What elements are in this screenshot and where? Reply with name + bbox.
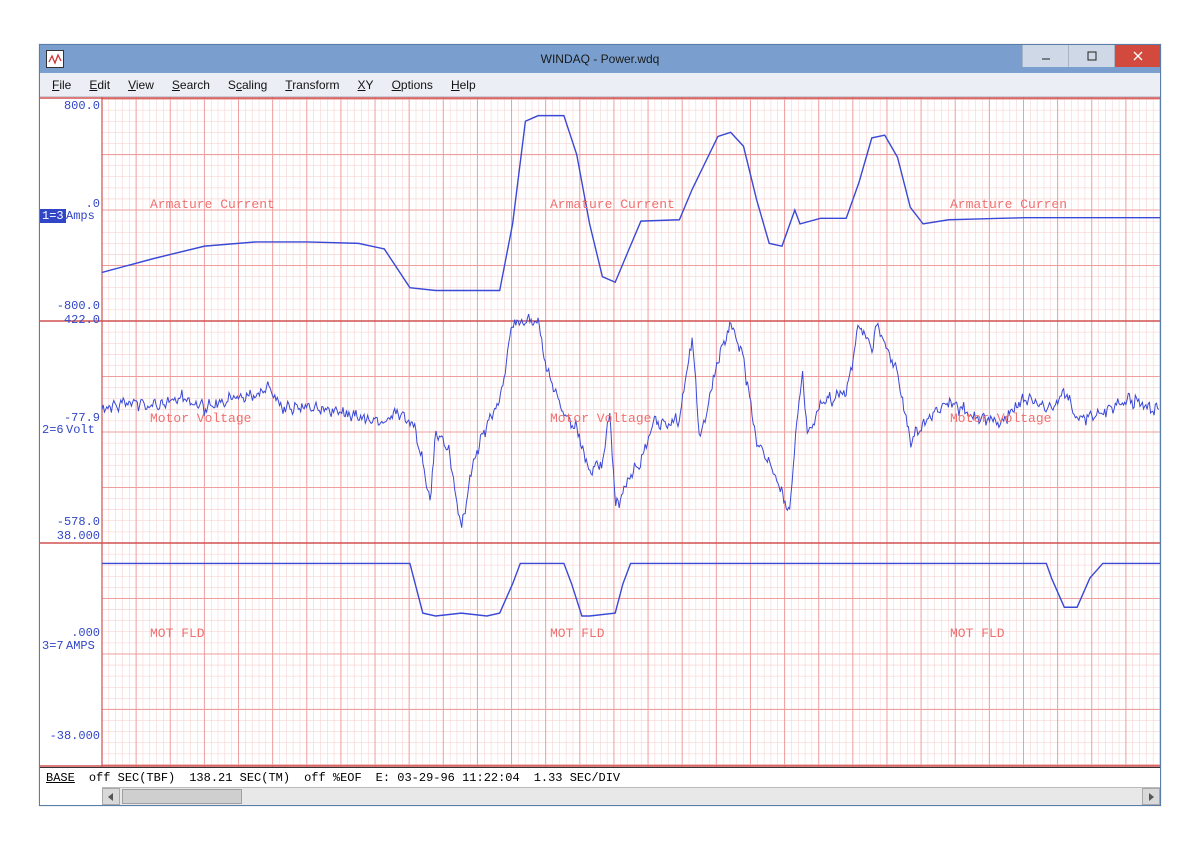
channel-tag-1[interactable]: 1=3 [40,209,66,223]
status-div: 1.33 SEC/DIV [534,771,620,785]
window-title: WINDAQ - Power.wdq [541,52,660,66]
ch2-scale-top: 422.0 [64,313,100,327]
ch1-annot-b: Armature Current [550,197,675,212]
channel-tag-3[interactable]: 3=7 [40,639,66,653]
scroll-thumb[interactable] [122,789,242,804]
menu-xy[interactable]: XY [350,76,382,94]
ch2-annot-a: Motor Voltage [150,411,251,426]
menubar: File Edit View Search Scaling Transform … [40,73,1160,97]
statusbar: BASE off SEC(TBF) 138.21 SEC(TM) off %EO… [40,767,1160,787]
ch3-scale-bot: -38.000 [50,729,100,743]
ch1-scale-top: 800.0 [64,99,100,113]
status-tbf: off SEC(TBF) [89,771,175,785]
ch2-unit: Volt [66,423,95,437]
window-buttons [1022,45,1160,67]
ch3-scale-mid: .000 [71,626,100,640]
menu-transform[interactable]: Transform [277,76,347,94]
ch2-annot-b: Motor Voltage [550,411,651,426]
horizontal-scrollbar[interactable] [102,787,1160,805]
scroll-right-button[interactable] [1142,788,1160,805]
ch1-scale-bot: -800.0 [57,299,100,313]
menu-file[interactable]: File [44,76,79,94]
status-base[interactable]: BASE [46,771,75,785]
ch2-annot-c: Motor Voltage [950,411,1051,426]
ch3-annot-a: MOT FLD [150,626,205,641]
app-window: WINDAQ - Power.wdq File Edit View Search… [39,44,1161,806]
titlebar[interactable]: WINDAQ - Power.wdq [40,45,1160,73]
ch3-annot-c: MOT FLD [950,626,1005,641]
ch3-scale-top: 38.000 [57,529,100,543]
ch1-annot-a: Armature Current [150,197,275,212]
menu-help[interactable]: Help [443,76,484,94]
ch3-unit: AMPS [66,639,95,653]
ch1-annot-c: Armature Curren [950,197,1067,212]
waveform-area[interactable]: 800.0 1=3 .0 Amps -800.0 Armature Curren… [40,97,1160,767]
status-eof: off %EOF [304,771,362,785]
ch2-scale-bot: -578.0 [57,515,100,529]
channel-tag-2[interactable]: 2=6 [40,423,66,437]
maximize-button[interactable] [1068,45,1114,67]
status-tm: 138.21 SEC(TM) [189,771,290,785]
menu-scaling[interactable]: Scaling [220,76,275,94]
close-button[interactable] [1114,45,1160,67]
menu-options[interactable]: Options [384,76,441,94]
menu-view[interactable]: View [120,76,162,94]
minimize-button[interactable] [1022,45,1068,67]
ch1-unit: Amps [66,209,95,223]
status-date: E: 03-29-96 11:22:04 [376,771,520,785]
menu-search[interactable]: Search [164,76,218,94]
ch3-annot-b: MOT FLD [550,626,605,641]
menu-edit[interactable]: Edit [81,76,118,94]
scroll-left-button[interactable] [102,788,120,805]
app-icon [46,50,64,68]
